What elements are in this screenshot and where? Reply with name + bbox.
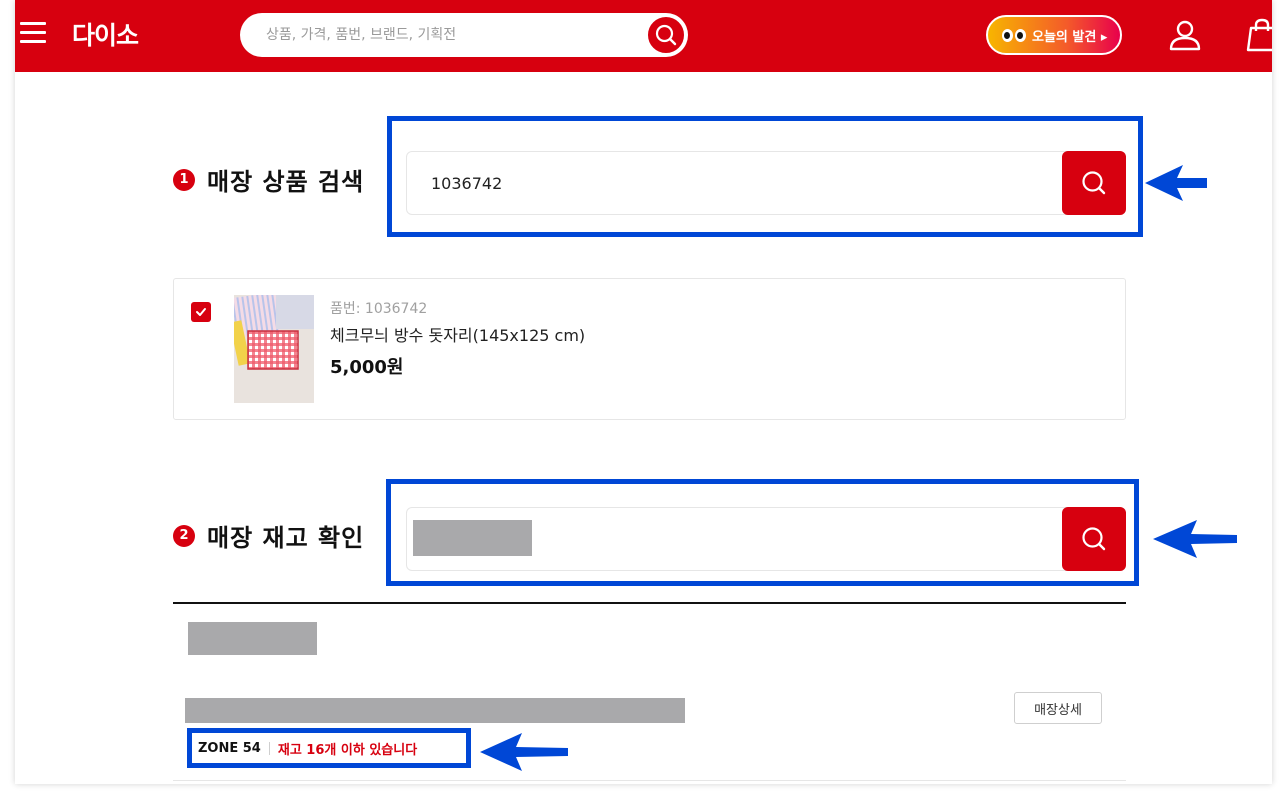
search-icon	[1082, 527, 1106, 551]
user-icon[interactable]	[1168, 18, 1202, 52]
store-product-search-button[interactable]	[1062, 151, 1126, 215]
search-icon	[1082, 171, 1106, 195]
store-search-field[interactable]	[406, 507, 1126, 571]
redacted-store-address	[185, 698, 685, 723]
stock-status: 재고 16개 이하 있습니다	[277, 742, 418, 758]
step-number-1: 1	[173, 168, 195, 191]
section-store-product-search: 1 매장 상품 검색	[173, 162, 364, 197]
zone-stock-info: ZONE 54 재고 16개 이하 있습니다	[187, 728, 471, 768]
browser-frame: 다이소 오늘의 발견 ▸ 1 매장 상품 검색 103	[15, 0, 1272, 784]
bottom-divider	[173, 780, 1126, 781]
redacted-store-heading	[188, 622, 317, 655]
today-discovery-button[interactable]: 오늘의 발견 ▸	[986, 15, 1122, 55]
arrow-left-icon	[480, 733, 568, 771]
step-number-2: 2	[173, 524, 195, 547]
global-search-button[interactable]	[646, 15, 686, 55]
daiso-logo[interactable]: 다이소	[72, 16, 139, 52]
search-icon	[655, 24, 677, 46]
today-discovery-label: 오늘의 발견 ▸	[1032, 29, 1108, 45]
arrow-left-icon	[1145, 165, 1207, 201]
menu-icon[interactable]	[20, 22, 46, 44]
redacted-store-name	[413, 520, 532, 556]
section-title: 매장 상품 검색	[207, 168, 365, 196]
eyes-icon	[1002, 28, 1026, 42]
check-icon	[196, 308, 206, 316]
store-search-button[interactable]	[1062, 507, 1126, 571]
zone-label: ZONE 54	[198, 740, 261, 756]
section-store-stock-check: 2 매장 재고 확인	[173, 518, 364, 553]
product-price: 5,000원	[330, 357, 404, 378]
cart-icon[interactable]	[1245, 18, 1272, 52]
store-product-search-field[interactable]: 1036742	[406, 151, 1126, 215]
global-search-bar	[240, 13, 688, 57]
global-search-input[interactable]	[266, 23, 626, 47]
product-sku: 품번: 1036742	[330, 301, 428, 317]
product-card[interactable]: 품번: 1036742 체크무늬 방수 돗자리(145x125 cm) 5,00…	[173, 278, 1126, 420]
product-image	[234, 295, 314, 403]
top-header: 다이소 오늘의 발견 ▸	[15, 0, 1272, 72]
store-detail-button[interactable]: 매장상세	[1014, 692, 1102, 724]
product-checkbox[interactable]	[191, 302, 211, 322]
section-divider	[173, 602, 1126, 604]
search-value[interactable]: 1036742	[431, 174, 502, 193]
product-name[interactable]: 체크무늬 방수 돗자리(145x125 cm)	[330, 322, 585, 346]
section-title: 매장 재고 확인	[207, 524, 365, 552]
arrow-left-icon	[1153, 520, 1237, 558]
divider	[268, 741, 270, 755]
